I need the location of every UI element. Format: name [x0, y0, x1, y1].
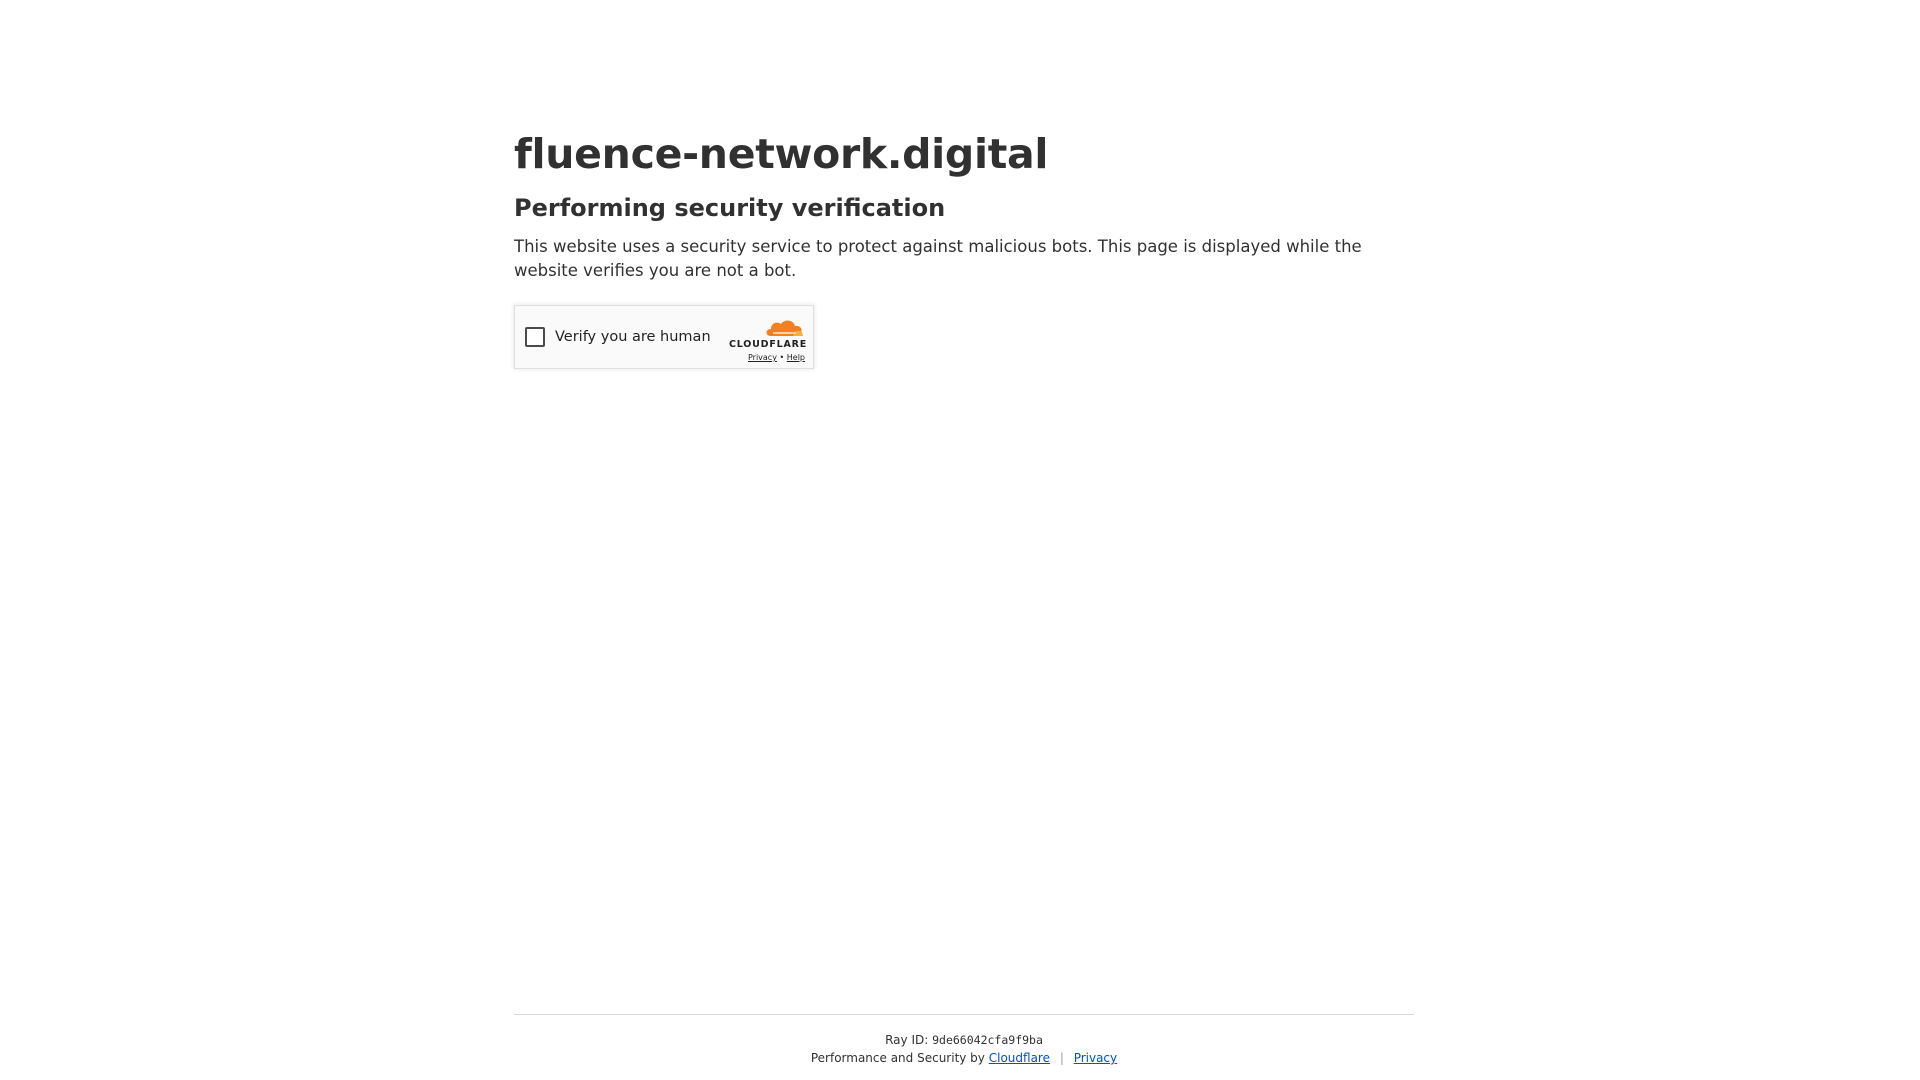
ray-id-label: Ray ID:	[885, 1033, 929, 1047]
page-description: This website uses a security service to …	[514, 237, 1362, 280]
verify-checkbox[interactable]	[525, 327, 545, 347]
main-content: fluence-network.digital Performing secur…	[514, 128, 1414, 283]
verify-checkbox-control[interactable]: Verify you are human	[525, 327, 711, 347]
footer-privacy-link[interactable]: Privacy	[1074, 1051, 1117, 1065]
turnstile-widget: Verify you are human CLOUDFLARE Privacy …	[514, 305, 814, 369]
widget-privacy-link[interactable]: Privacy	[748, 353, 777, 362]
cloudflare-wordmark: CLOUDFLARE	[729, 339, 808, 350]
footer: Ray ID: 9de66042cfa9f9ba Performance and…	[514, 1014, 1414, 1066]
widget-links: Privacy • Help	[729, 353, 805, 363]
widget-help-link[interactable]: Help	[787, 353, 805, 362]
performance-line: Performance and Security by Cloudflare |…	[514, 1050, 1414, 1066]
site-title: fluence-network.digital	[514, 130, 1049, 178]
footer-separator: |	[1059, 1051, 1064, 1065]
performance-text: Performance and Security by	[810, 1051, 985, 1065]
cloud-icon	[766, 320, 803, 336]
cloudflare-branding: CLOUDFLARE Privacy • Help	[729, 318, 808, 363]
ray-id-value: 9de66042cfa9f9ba	[932, 1033, 1043, 1047]
page-subtitle: Performing security verification	[514, 194, 946, 222]
cloudflare-link[interactable]: Cloudflare	[989, 1051, 1050, 1065]
widget-link-separator: •	[779, 353, 785, 362]
verify-checkbox-label[interactable]: Verify you are human	[555, 329, 711, 345]
ray-id-line: Ray ID: 9de66042cfa9f9ba	[514, 1032, 1414, 1048]
